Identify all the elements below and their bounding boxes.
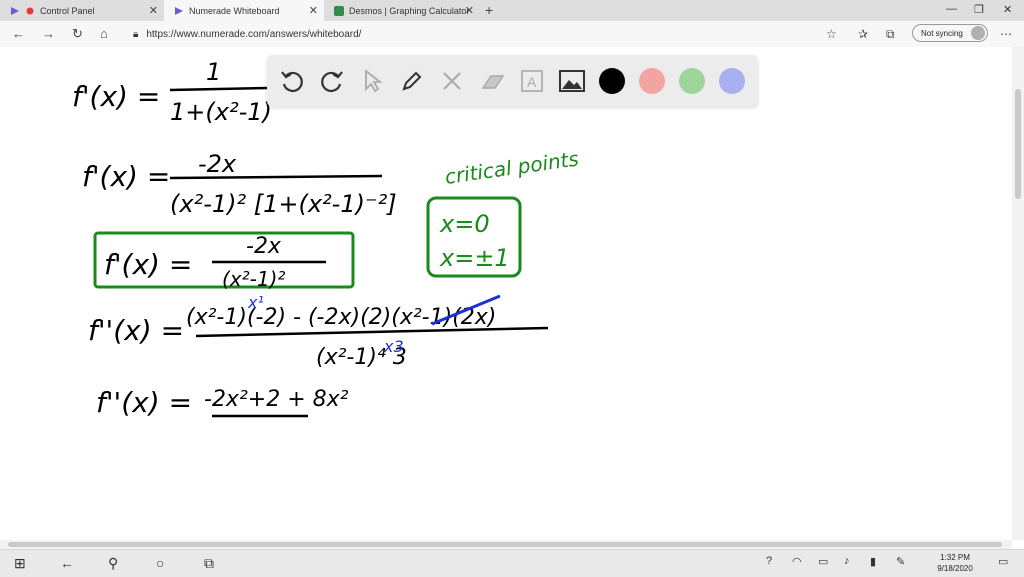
address-bar-row: ← → ↻ ⌂ 🔒︎ https://www.numerade.com/answ…: [0, 21, 1024, 48]
redo-icon[interactable]: [318, 67, 346, 95]
tools-icon[interactable]: [438, 67, 466, 95]
pen-icon[interactable]: [398, 67, 426, 95]
critical-points-label: critical points: [443, 146, 580, 189]
network-icon[interactable]: ▭: [818, 555, 828, 568]
vertical-scroll-thumb[interactable]: [1015, 89, 1021, 199]
new-tab-icon[interactable]: +: [485, 2, 493, 18]
color-swatch-black[interactable]: [599, 68, 625, 94]
notifications-icon[interactable]: ▭: [998, 555, 1008, 568]
microphone-icon[interactable]: ▮: [870, 555, 876, 568]
whiteboard-canvas[interactable]: f'(x) = 1 1+(x²-1) f'(x) = -2x (x²-1)² […: [0, 47, 1012, 540]
system-clock[interactable]: 1:32 PM 9/18/2020: [925, 552, 985, 574]
close-icon[interactable]: ✕: [149, 4, 158, 17]
tab-title: Desmos | Graphing Calculator: [349, 5, 470, 16]
tab-strip: Control Panel ✕ Numerade Whiteboard ✕ De…: [0, 0, 1024, 21]
eq4-lhs: f''(x) =: [88, 314, 184, 347]
clock-date: 9/18/2020: [937, 564, 973, 573]
eq1-numerator: 1: [206, 58, 221, 86]
back-icon[interactable]: ←: [60, 555, 74, 571]
eq3-denominator: (x²-1)²: [222, 267, 285, 291]
eq3-numerator: -2x: [246, 234, 282, 259]
cortana-icon[interactable]: ○: [156, 555, 164, 571]
volume-icon[interactable]: ♪: [844, 555, 850, 567]
color-swatch-red[interactable]: [639, 68, 665, 94]
wifi-icon[interactable]: ◠: [792, 555, 802, 568]
refresh-icon[interactable]: ↻: [72, 26, 83, 42]
forward-icon[interactable]: →: [42, 26, 55, 41]
eq5-lhs: f''(x) =: [96, 386, 192, 419]
tab-title: Numerade Whiteboard: [189, 5, 280, 16]
taskbar: ⊞ ← ⚲ ○ ⧉ ? ◠ ▭ ♪ ▮ ✎ 1:32 PM 9/18/2020 …: [0, 549, 1024, 577]
tab-desmos[interactable]: Desmos | Graphing Calculator ✕: [324, 0, 480, 21]
eq3-lhs: f'(x) =: [104, 248, 192, 281]
windows-start-icon[interactable]: ⊞: [14, 555, 26, 572]
blue-annotation: x¹: [247, 293, 264, 312]
tab-numerade-whiteboard[interactable]: Numerade Whiteboard ✕: [164, 0, 324, 21]
sync-button[interactable]: Not syncing: [912, 24, 988, 42]
close-window-icon[interactable]: ✕: [1003, 3, 1012, 16]
eraser-icon[interactable]: [478, 67, 506, 95]
whiteboard-toolbar: A: [267, 55, 758, 107]
critical-point-item: x=±1: [439, 244, 510, 272]
numerade-logo-icon: [10, 6, 20, 16]
minimize-icon[interactable]: —: [946, 3, 957, 15]
favorites-list-icon[interactable]: ✰: [858, 27, 868, 41]
clock-time: 1:32 PM: [940, 553, 970, 562]
close-icon[interactable]: ✕: [465, 4, 474, 17]
eq2-lhs: f'(x) =: [82, 160, 170, 193]
vertical-scrollbar[interactable]: [1012, 47, 1024, 540]
blue-annotation: x3: [383, 337, 404, 356]
eq2-numerator: -2x: [198, 150, 237, 178]
image-icon[interactable]: [558, 67, 586, 95]
whiteboard-ink: f'(x) = 1 1+(x²-1) f'(x) = -2x (x²-1)² […: [72, 58, 580, 419]
eq1-denominator: 1+(x²-1): [170, 98, 272, 126]
favorite-star-icon[interactable]: ☆: [826, 27, 837, 41]
url-text: https://www.numerade.com/answers/whitebo…: [146, 28, 362, 40]
svg-text:A: A: [527, 74, 537, 90]
task-view-icon[interactable]: ⧉: [204, 555, 214, 572]
record-dot-icon: [25, 6, 35, 16]
sync-label: Not syncing: [921, 28, 963, 38]
tab-control-panel[interactable]: Control Panel ✕: [0, 0, 164, 21]
eq1-lhs: f'(x) =: [72, 80, 160, 113]
avatar: [971, 26, 985, 40]
search-icon[interactable]: ⚲: [108, 555, 118, 572]
more-menu-icon[interactable]: ⋯: [1000, 27, 1012, 41]
color-swatch-blue[interactable]: [719, 68, 745, 94]
critical-point-item: x=0: [439, 210, 490, 238]
lock-icon: 🔒︎: [133, 28, 139, 40]
tab-title: Control Panel: [40, 5, 95, 16]
eq1-fraction-bar: [169, 86, 269, 92]
help-icon[interactable]: ?: [766, 555, 772, 567]
url-field[interactable]: 🔒︎ https://www.numerade.com/answers/whit…: [125, 24, 815, 44]
undo-icon[interactable]: [278, 67, 306, 95]
maximize-icon[interactable]: ❐: [974, 3, 984, 16]
collections-icon[interactable]: ⧉: [886, 27, 895, 42]
text-icon[interactable]: A: [518, 67, 546, 95]
numerade-logo-icon: [174, 6, 184, 16]
eq2-denominator: (x²-1)² [1+(x²-1)⁻²]: [170, 190, 397, 218]
horizontal-scroll-thumb[interactable]: [8, 542, 1002, 547]
color-swatch-green[interactable]: [679, 68, 705, 94]
home-icon[interactable]: ⌂: [100, 26, 108, 41]
close-icon[interactable]: ✕: [309, 4, 318, 17]
horizontal-scrollbar[interactable]: [0, 540, 1012, 549]
eq5-numerator: -2x²+2 + 8x²: [204, 387, 349, 412]
pen-workspace-icon[interactable]: ✎: [896, 555, 905, 568]
desmos-logo-icon: [334, 5, 344, 16]
back-icon[interactable]: ←: [12, 26, 25, 41]
select-icon[interactable]: [358, 67, 386, 95]
